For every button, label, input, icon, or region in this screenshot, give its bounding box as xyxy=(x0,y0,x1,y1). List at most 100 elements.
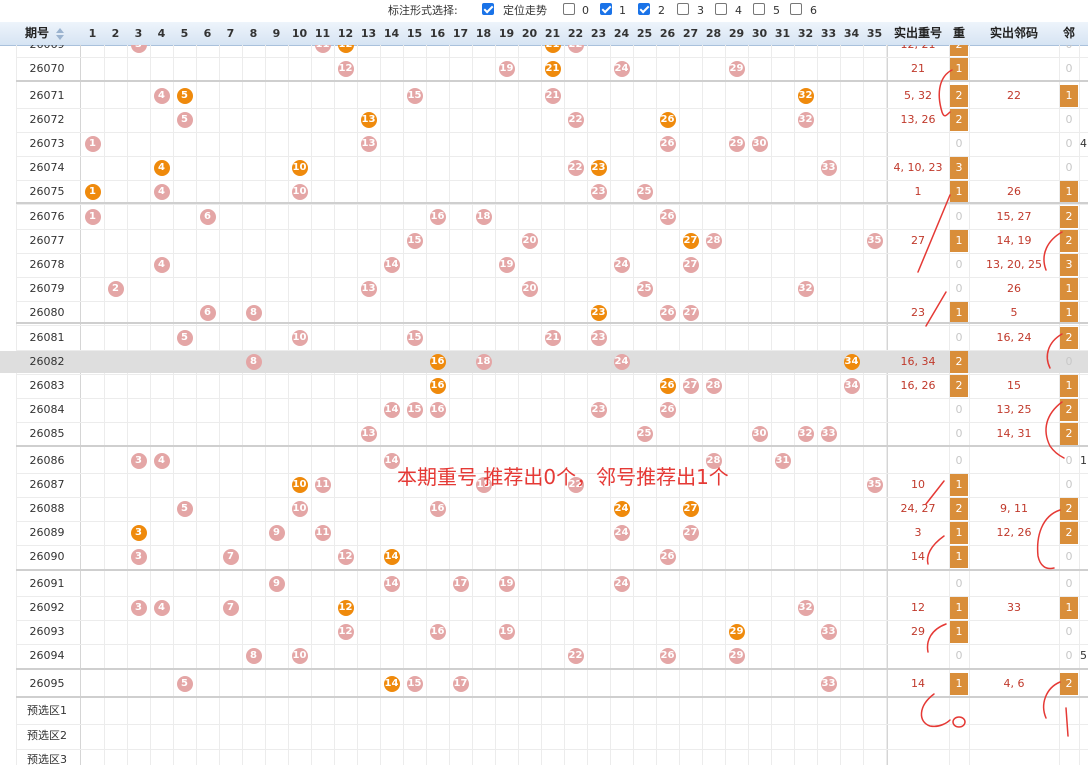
sort-icon[interactable] xyxy=(55,27,65,41)
drawn-number-ball: 3 xyxy=(130,549,147,565)
repeat-number-ball: 27 xyxy=(682,501,699,517)
option-label: 标注形式选择: xyxy=(388,4,458,17)
drawn-number-ball: 29 xyxy=(728,648,745,664)
checkbox-0[interactable] xyxy=(563,3,575,15)
repeat-number-ball: 23 xyxy=(590,160,607,176)
drawn-number-ball: 16 xyxy=(429,209,446,225)
repeat-number-ball: 24 xyxy=(613,501,630,517)
drawn-number-ball: 27 xyxy=(682,378,699,394)
drawn-number-ball: 1 xyxy=(84,136,101,152)
neighbor-numbers: 13, 20, 25 xyxy=(986,258,1042,271)
row-divider xyxy=(16,724,1088,725)
repeat-number-ball: 3 xyxy=(130,525,147,541)
repeat-header: 实出重号 xyxy=(893,26,942,40)
checkbox-2[interactable] xyxy=(638,3,650,15)
repeat-number-ball: 1 xyxy=(84,184,101,200)
drawn-number-ball: 26 xyxy=(659,402,676,418)
preselect-row-label[interactable]: 预选区3 xyxy=(18,753,76,765)
number-header-27: 27 xyxy=(682,27,699,40)
row-divider xyxy=(16,749,1088,750)
period-number: 26092 xyxy=(29,601,65,614)
neighbor-numbers: 26 xyxy=(1007,282,1021,295)
table-row[interactable] xyxy=(0,133,1088,155)
option-0-label: 0 xyxy=(582,4,589,17)
repeat-number-ball: 23 xyxy=(590,305,607,321)
period-number: 26075 xyxy=(29,185,65,198)
neighbor-count: 0 xyxy=(1065,478,1073,491)
table-row[interactable] xyxy=(0,573,1088,595)
drawn-number-ball: 26 xyxy=(659,136,676,152)
neighbor-count: 0 xyxy=(1065,454,1073,467)
drawn-number-ball: 35 xyxy=(866,477,883,493)
number-header-24: 24 xyxy=(613,27,630,40)
period-number: 26094 xyxy=(29,649,65,662)
repeat-count: 0 xyxy=(955,649,963,662)
repeat-numbers: 12, 21 xyxy=(888,45,948,52)
table-row[interactable] xyxy=(0,423,1088,445)
drawn-number-ball: 26 xyxy=(659,209,676,225)
number-header-30: 30 xyxy=(751,27,768,40)
neighbor-count: 2 xyxy=(1060,327,1078,349)
neighbor-count: 2 xyxy=(1060,423,1078,445)
repeat-number-ball: 26 xyxy=(659,378,676,394)
period-number: 26071 xyxy=(29,89,65,102)
drawn-number-ball: 21 xyxy=(544,88,561,104)
neighbor-header: 实出邻码 xyxy=(989,26,1038,40)
option-1-label: 1 xyxy=(619,4,626,17)
repeat-count: 0 xyxy=(955,577,963,590)
drawn-number-ball: 24 xyxy=(613,354,630,370)
neighbor-numbers: 14, 19 xyxy=(996,234,1032,247)
repeat-count: 1 xyxy=(950,474,968,496)
checkbox-6[interactable] xyxy=(790,3,802,15)
neighbor-count: 0 xyxy=(1065,62,1073,75)
neighbor-numbers: 15 xyxy=(1007,379,1021,392)
drawn-number-ball: 34 xyxy=(843,378,860,394)
repeat-count: 1 xyxy=(950,181,968,203)
repeat-count: 1 xyxy=(950,230,968,252)
period-number: 26081 xyxy=(29,331,65,344)
checkbox-1[interactable] xyxy=(600,3,612,15)
repeat-numbers: 5, 32 xyxy=(904,89,932,102)
drawn-number-ball: 22 xyxy=(567,112,584,128)
drawn-number-ball: 6 xyxy=(199,209,216,225)
table-row[interactable] xyxy=(0,206,1088,228)
repeat-numbers: 29 xyxy=(911,625,925,638)
checkbox-5[interactable] xyxy=(753,3,765,15)
drawn-number-ball: 18 xyxy=(475,354,492,370)
repeat-count: 1 xyxy=(950,302,968,324)
period-number: 26093 xyxy=(29,625,65,638)
checkbox-position-trend[interactable] xyxy=(482,3,494,15)
period-number: 26069 xyxy=(18,45,76,52)
neighbor-count: 2 xyxy=(1060,399,1078,421)
checkbox-4[interactable] xyxy=(715,3,727,15)
neighbor-numbers: 14, 31 xyxy=(996,427,1032,440)
drawn-number-ball: 19 xyxy=(498,624,515,640)
preselect-row-label[interactable]: 预选区1 xyxy=(18,704,76,718)
repeat-number-ball: 29 xyxy=(728,624,745,640)
repeat-numbers: 24, 27 xyxy=(900,502,936,515)
number-header-28: 28 xyxy=(705,27,722,40)
period-header[interactable]: 期号 xyxy=(18,22,56,45)
repeat-number-ball: 27 xyxy=(682,233,699,249)
checkbox-3[interactable] xyxy=(677,3,689,15)
period-number: 26086 xyxy=(29,454,65,467)
table-row[interactable] xyxy=(0,278,1088,300)
period-number: 26073 xyxy=(29,137,65,150)
row-divider xyxy=(16,204,1088,205)
table-row[interactable] xyxy=(0,399,1088,421)
neighbor-count: 1 xyxy=(1060,302,1078,324)
table-row[interactable] xyxy=(0,645,1088,667)
drawn-number-ball: 17 xyxy=(452,676,469,692)
drawn-number-ball: 27 xyxy=(682,525,699,541)
drawn-number-ball: 1 xyxy=(84,209,101,225)
neighbor-count: 0 xyxy=(1065,355,1073,368)
repeat-number-ball: 12 xyxy=(337,600,354,616)
repeat-count: 2 xyxy=(950,109,968,131)
preselect-row-label[interactable]: 预选区2 xyxy=(18,729,76,743)
drawn-number-ball: 19 xyxy=(498,576,515,592)
period-number: 26083 xyxy=(29,379,65,392)
repeat-count: 1 xyxy=(950,673,968,695)
repeat-number-ball: 10 xyxy=(291,477,308,493)
repeat-count: 2 xyxy=(950,85,968,107)
drawn-number-ball: 28 xyxy=(705,378,722,394)
